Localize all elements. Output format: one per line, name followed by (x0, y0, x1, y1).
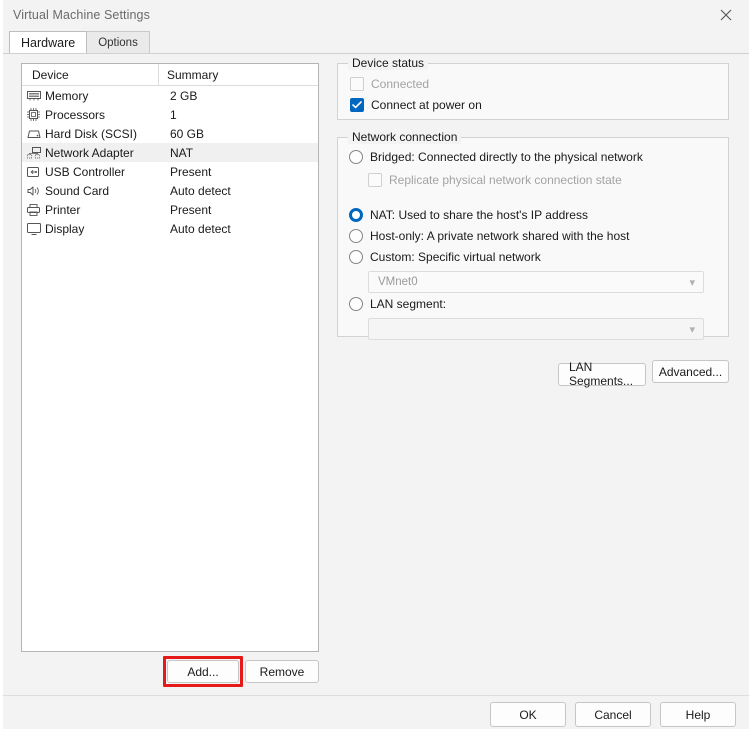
device-summary: 60 GB (170, 126, 205, 141)
network-connection-group: Network connection Bridged: Connected di… (337, 130, 729, 340)
table-row[interactable]: Sound Card Auto detect (22, 181, 318, 200)
table-row[interactable]: Printer Present (22, 200, 318, 219)
bridged-label: Bridged: Connected directly to the physi… (370, 150, 643, 164)
lan-segment-label: LAN segment: (370, 297, 447, 311)
device-list-header: Device Summary (22, 64, 318, 86)
device-name: USB Controller (45, 164, 126, 179)
device-summary: 1 (170, 107, 177, 122)
table-row[interactable]: Display Auto detect (22, 219, 318, 238)
remove-device-button[interactable]: Remove (245, 660, 319, 683)
sound-icon (26, 184, 41, 198)
connected-label: Connected (371, 77, 430, 91)
device-summary: Present (170, 202, 212, 217)
memory-icon (26, 89, 41, 103)
printer-icon (26, 203, 41, 217)
table-row[interactable]: Network Adapter NAT (22, 143, 318, 162)
device-summary: 2 GB (170, 88, 198, 103)
advanced-label: Advanced... (652, 360, 729, 383)
tab-strip: Hardware Options (0, 30, 749, 53)
replicate-checkbox-row[interactable]: Replicate physical network connection st… (368, 173, 622, 187)
cancel-label: Cancel (594, 707, 632, 722)
host-only-radio-row[interactable]: Host-only: A private network shared with… (349, 229, 629, 243)
custom-label: Custom: Specific virtual network (370, 250, 541, 264)
virtual-machine-settings-dialog: Virtual Machine Settings Hardware Option… (0, 0, 749, 733)
connect-at-power-on-checkbox[interactable] (350, 98, 364, 112)
harddisk-icon (26, 127, 41, 141)
dialog-body: Device Summary Memory 2 GB Processors 1 … (0, 53, 749, 695)
device-name: Processors (45, 107, 106, 122)
device-summary: Auto detect (170, 183, 231, 198)
lan-segments-label: LAN Segments... (558, 360, 646, 388)
device-name: Printer (45, 202, 81, 217)
table-row[interactable]: USB Controller Present (22, 162, 318, 181)
custom-network-value: VMnet0 (378, 276, 418, 288)
device-summary: Present (170, 164, 212, 179)
device-status-legend: Device status (348, 56, 429, 70)
device-name: Display (45, 221, 85, 236)
dialog-footer: OK Cancel Help (0, 695, 749, 733)
column-header-summary: Summary (158, 64, 318, 86)
device-name: Memory (45, 88, 89, 103)
ok-label: OK (519, 707, 537, 722)
tab-options[interactable]: Options (86, 31, 150, 53)
connect-at-power-on-label: Connect at power on (371, 98, 482, 112)
remove-device-label: Remove (245, 660, 319, 683)
highlight-annotation (163, 656, 243, 687)
lan-segment-radio-row[interactable]: LAN segment: (349, 297, 446, 311)
network-connection-legend: Network connection (348, 130, 462, 144)
chevron-down-icon: ▾ (689, 276, 695, 289)
advanced-button[interactable]: Advanced... (652, 360, 729, 383)
device-name: Sound Card (45, 183, 110, 198)
device-list[interactable]: Device Summary Memory 2 GB Processors 1 … (21, 63, 319, 652)
nat-radio[interactable] (349, 208, 363, 222)
lan-segment-radio[interactable] (349, 297, 363, 311)
nat-radio-row[interactable]: NAT: Used to share the host's IP address (349, 208, 588, 222)
tab-hardware-label: Hardware (21, 35, 76, 50)
lan-segment-dropdown[interactable]: ▾ (368, 318, 704, 340)
ok-button[interactable]: OK (490, 702, 566, 727)
device-summary: Auto detect (170, 221, 231, 236)
window-title: Virtual Machine Settings (13, 8, 150, 22)
tab-options-label: Options (98, 36, 138, 49)
display-icon (26, 222, 41, 236)
host-only-radio[interactable] (349, 229, 363, 243)
custom-radio-row[interactable]: Custom: Specific virtual network (349, 250, 541, 264)
bridged-radio[interactable] (349, 150, 363, 164)
tab-hardware[interactable]: Hardware (9, 31, 88, 53)
chevron-down-icon: ▾ (689, 323, 695, 336)
bridged-radio-row[interactable]: Bridged: Connected directly to the physi… (349, 150, 643, 164)
nat-label: NAT: Used to share the host's IP address (370, 208, 588, 222)
connected-checkbox[interactable] (350, 77, 364, 91)
device-name: Hard Disk (SCSI) (45, 126, 138, 141)
help-button[interactable]: Help (660, 702, 736, 727)
cancel-button[interactable]: Cancel (575, 702, 651, 727)
help-label: Help (685, 707, 711, 722)
device-summary: NAT (170, 145, 194, 160)
window-left-edge (0, 0, 3, 733)
host-only-label: Host-only: A private network shared with… (370, 229, 630, 243)
processor-icon (26, 108, 41, 122)
taskbar-sliver (0, 729, 749, 733)
connect-at-power-on-row[interactable]: Connect at power on (350, 98, 482, 112)
lan-segments-button[interactable]: LAN Segments... (558, 360, 646, 388)
device-status-group: Device status Connected Connect at power… (337, 56, 729, 120)
replicate-label: Replicate physical network connection st… (389, 173, 622, 187)
custom-radio[interactable] (349, 250, 363, 264)
table-row[interactable]: Memory 2 GB (22, 86, 318, 105)
usb-icon (26, 165, 41, 179)
column-header-device: Device (32, 67, 69, 82)
replicate-checkbox[interactable] (368, 173, 382, 187)
connected-checkbox-row[interactable]: Connected (350, 77, 429, 91)
title-bar: Virtual Machine Settings (0, 0, 749, 30)
custom-network-dropdown[interactable]: VMnet0 ▾ (368, 271, 704, 293)
table-row[interactable]: Hard Disk (SCSI) 60 GB (22, 124, 318, 143)
network-icon (26, 146, 41, 160)
device-name: Network Adapter (45, 145, 134, 160)
close-icon[interactable] (703, 0, 749, 30)
table-row[interactable]: Processors 1 (22, 105, 318, 124)
